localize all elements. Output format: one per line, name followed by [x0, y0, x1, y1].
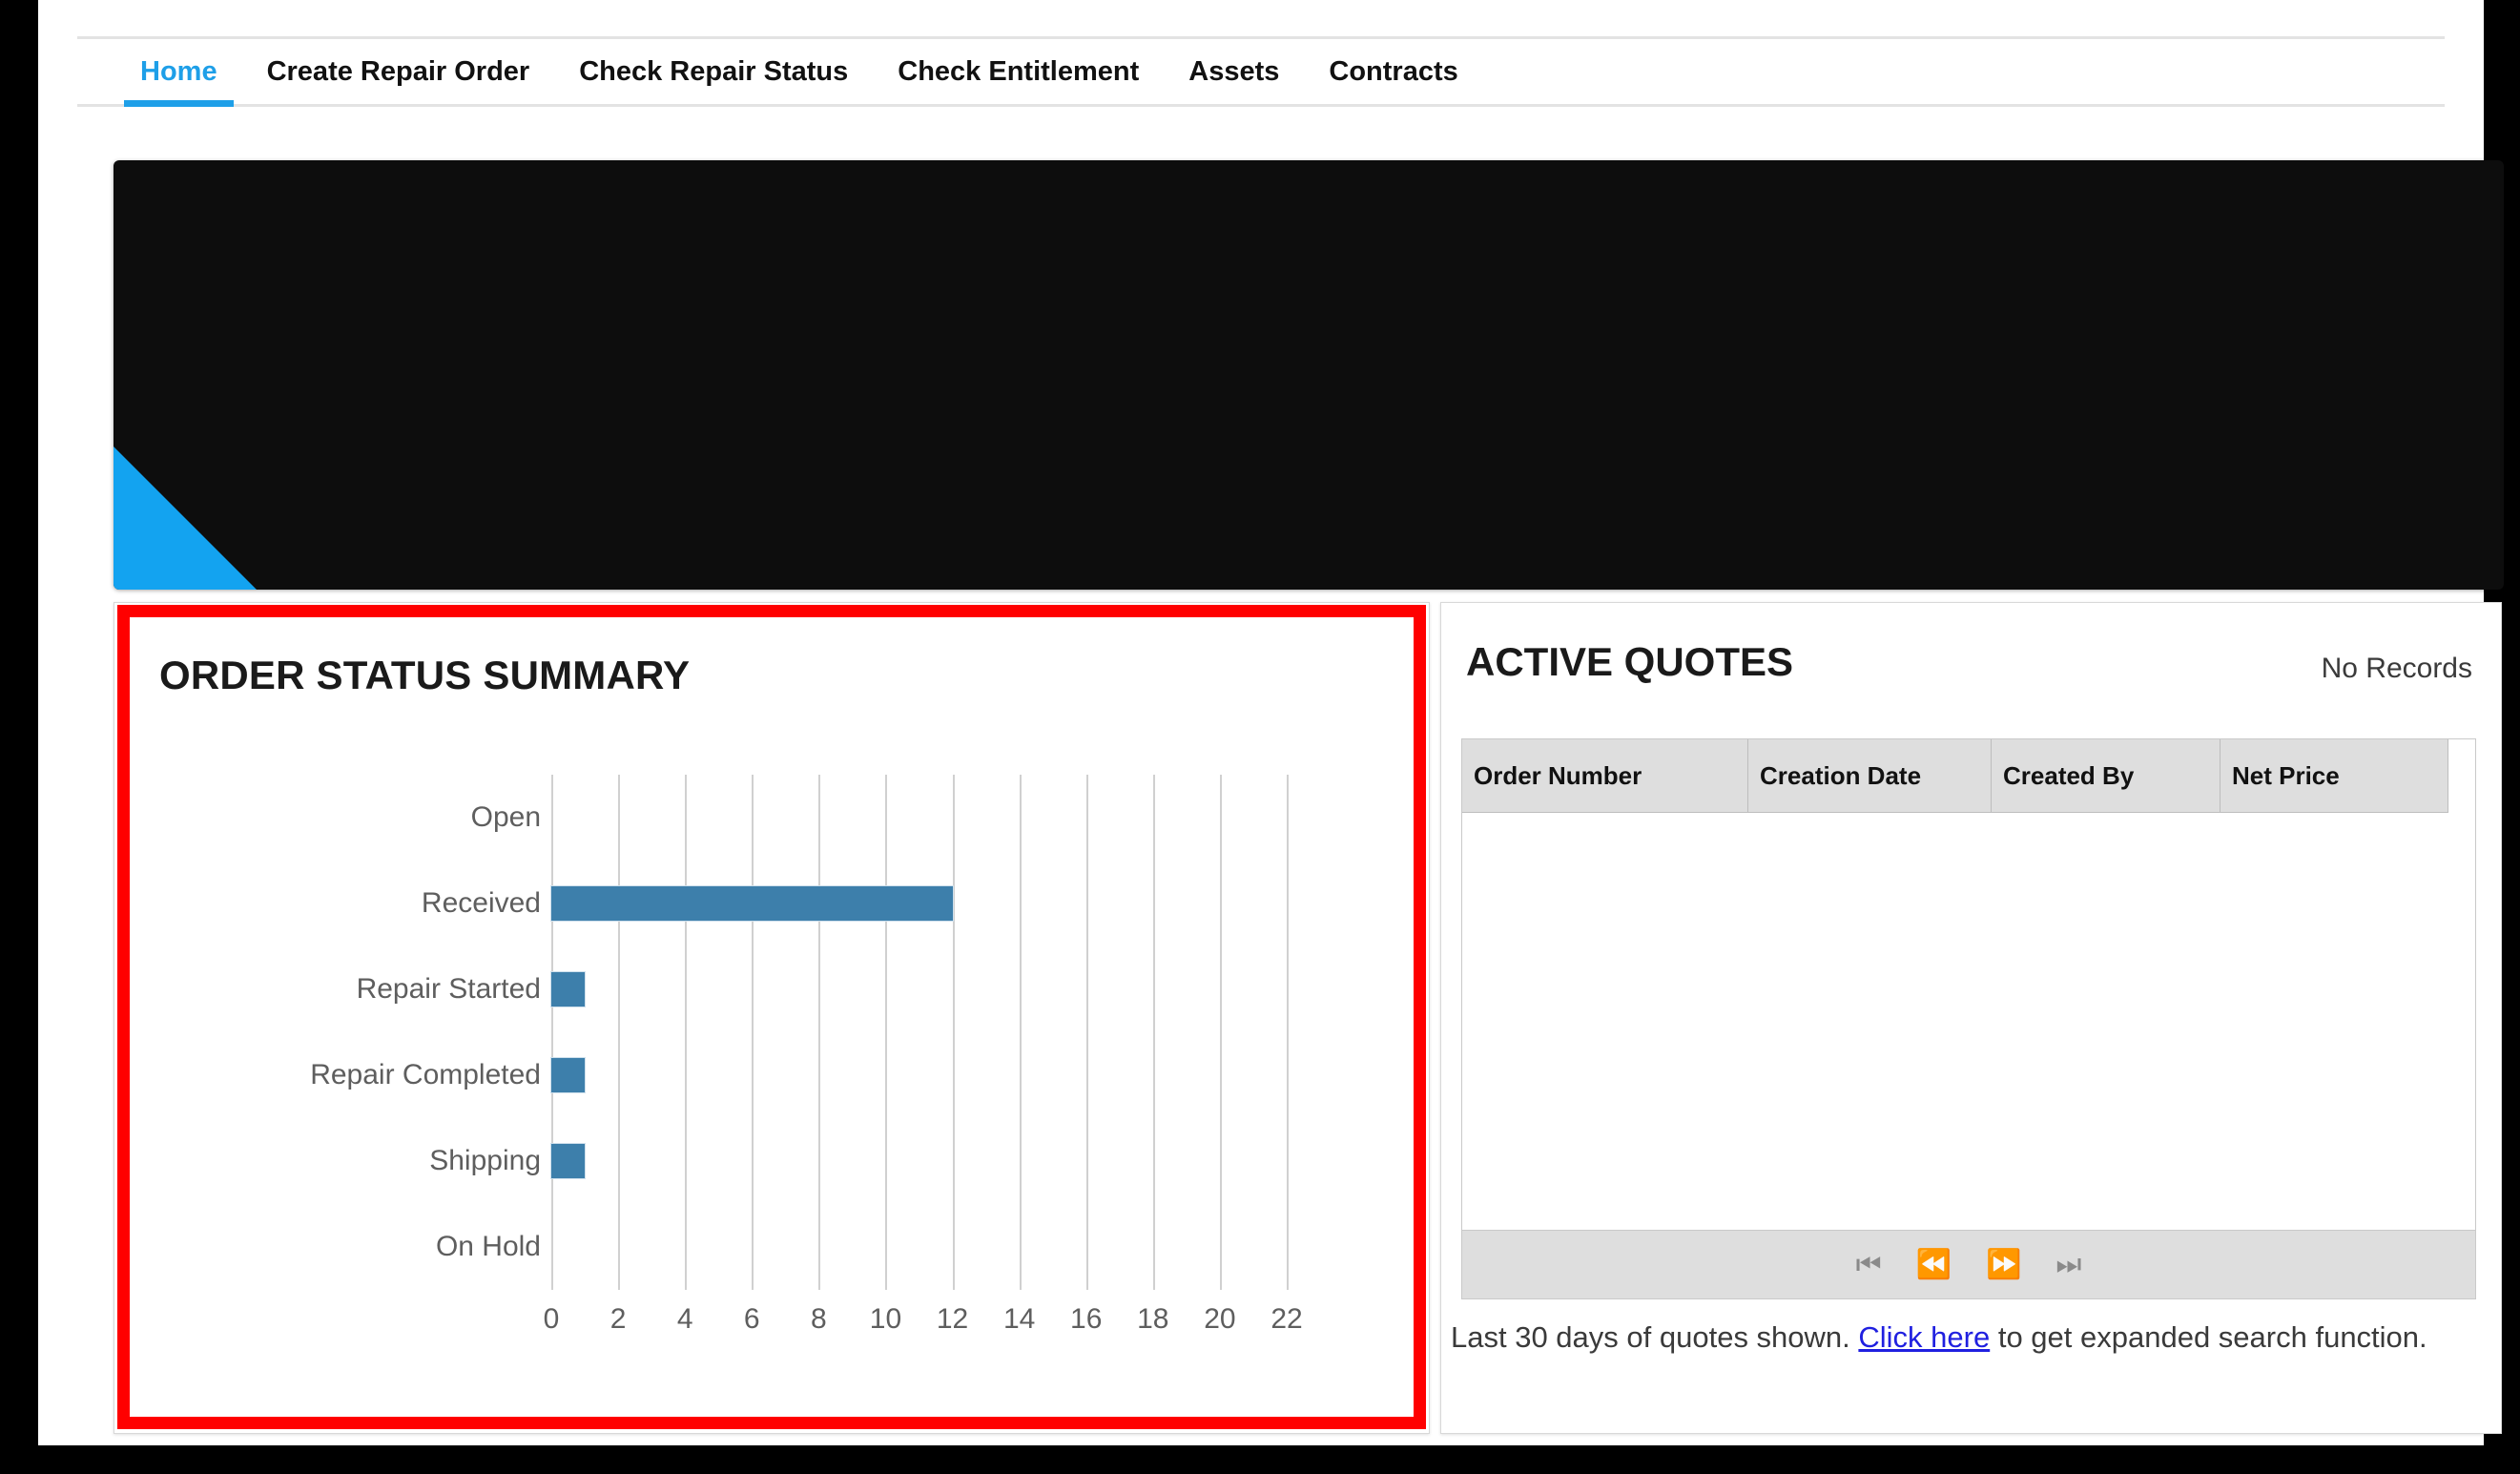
chart-y-axis-labels: Open Received Repair Started Repair Comp… — [159, 775, 541, 1290]
chart-bar-row — [549, 1118, 1287, 1204]
nav-item-create-repair-order[interactable]: Create Repair Order — [242, 39, 555, 104]
order-status-bar-chart: Open Received Repair Started Repair Comp… — [159, 737, 1386, 1357]
first-page-icon[interactable]: ⏮ — [1856, 1250, 1882, 1279]
hero-corner-accent-triangle — [114, 446, 257, 590]
nav-item-home-label: Home — [140, 55, 217, 87]
next-page-icon[interactable]: ⏩ — [1986, 1250, 2021, 1279]
nav-item-contracts[interactable]: Contracts — [1304, 39, 1482, 104]
active-quotes-body — [1462, 813, 2475, 1230]
column-header-created-by[interactable]: Created By — [1992, 739, 2220, 812]
active-quotes-table: Order Number Creation Date Created By Ne… — [1461, 738, 2476, 1299]
chart-category-label-on-hold: On Hold — [435, 1231, 541, 1262]
last-page-icon[interactable]: ⏭ — [2055, 1250, 2081, 1279]
chart-gridline — [1287, 775, 1289, 1290]
chart-bar-row — [550, 861, 1287, 946]
active-quotes-title: ACTIVE QUOTES — [1466, 639, 1794, 684]
previous-page-icon[interactable]: ⏪ — [1916, 1250, 1952, 1279]
chart-bar[interactable] — [549, 1057, 587, 1093]
column-header-order-number[interactable]: Order Number — [1462, 739, 1748, 812]
footnote-text-before: Last 30 days of quotes shown. — [1451, 1320, 1859, 1354]
chart-bar[interactable] — [549, 1143, 587, 1179]
chart-bar-row — [551, 775, 1287, 861]
nav-item-check-entitlement-label: Check Entitlement — [898, 55, 1140, 87]
chart-x-tick-label: 4 — [676, 1303, 693, 1335]
chart-x-tick-label: 12 — [936, 1303, 969, 1335]
chart-x-tick-label: 18 — [1137, 1303, 1169, 1335]
chart-bar-row — [549, 946, 1287, 1032]
nav-item-contracts-label: Contracts — [1329, 55, 1458, 87]
chart-bar[interactable] — [549, 971, 587, 1007]
nav-item-check-repair-status-label: Check Repair Status — [579, 55, 849, 87]
chart-bar-row — [551, 1204, 1287, 1290]
column-header-creation-date[interactable]: Creation Date — [1748, 739, 1992, 812]
chart-category-label-received: Received — [421, 887, 541, 919]
chart-bar-row — [549, 1032, 1287, 1118]
chart-x-tick-label: 20 — [1204, 1303, 1236, 1335]
chart-x-tick-label: 22 — [1270, 1303, 1303, 1335]
chart-category-label-shipping: Shipping — [429, 1145, 541, 1176]
nav-item-assets[interactable]: Assets — [1164, 39, 1304, 104]
order-status-summary-card: ORDER STATUS SUMMARY Open Received Repai… — [114, 602, 1430, 1434]
nav-item-check-entitlement[interactable]: Check Entitlement — [873, 39, 1164, 104]
page-shell: Home Create Repair Order Check Repair St… — [38, 0, 2504, 1445]
column-header-net-price[interactable]: Net Price — [2220, 739, 2448, 812]
nav-list: Home Create Repair Order Check Repair St… — [115, 39, 1483, 107]
chart-x-tick-label: 6 — [743, 1303, 760, 1335]
chart-x-tick-label: 10 — [869, 1303, 902, 1335]
chart-x-tick-label: 14 — [1002, 1303, 1036, 1335]
chart-category-label-open: Open — [470, 801, 541, 833]
expanded-search-link[interactable]: Click here — [1858, 1320, 1990, 1354]
nav-item-home[interactable]: Home — [115, 39, 242, 107]
order-status-summary-title: ORDER STATUS SUMMARY — [159, 653, 691, 697]
chart-x-tick-label: 8 — [811, 1303, 827, 1335]
chart-x-tick-label: 2 — [609, 1303, 627, 1335]
chart-bar[interactable] — [550, 885, 954, 922]
footnote-text-after: to get expanded search function. — [1990, 1320, 2427, 1354]
hero-banner — [114, 160, 2504, 590]
chart-x-axis-ticks: 0 2 4 6 8 10 12 14 16 18 20 22 — [544, 1303, 1303, 1349]
nav-item-check-repair-status[interactable]: Check Repair Status — [554, 39, 873, 104]
chart-category-label-repair-started: Repair Started — [356, 973, 541, 1005]
chart-x-tick-label: 0 — [543, 1303, 560, 1335]
chart-plot-area — [549, 775, 1289, 1290]
nav-item-assets-label: Assets — [1188, 55, 1280, 87]
active-quotes-header-row: Order Number Creation Date Created By Ne… — [1462, 739, 2448, 813]
active-quotes-status-label: No Records — [2321, 653, 2472, 684]
main-navigation: Home Create Repair Order Check Repair St… — [77, 36, 2445, 107]
active-quotes-pagination: ⏮ ⏪ ⏩ ⏭ — [1462, 1230, 2475, 1298]
nav-item-create-repair-order-label: Create Repair Order — [266, 55, 530, 87]
active-quotes-footnote: Last 30 days of quotes shown. Click here… — [1451, 1320, 2427, 1355]
chart-x-tick-label: 16 — [1070, 1303, 1103, 1335]
active-quotes-card: ACTIVE QUOTES No Records Order Number Cr… — [1440, 602, 2502, 1434]
chart-category-label-repair-completed: Repair Completed — [310, 1059, 541, 1090]
